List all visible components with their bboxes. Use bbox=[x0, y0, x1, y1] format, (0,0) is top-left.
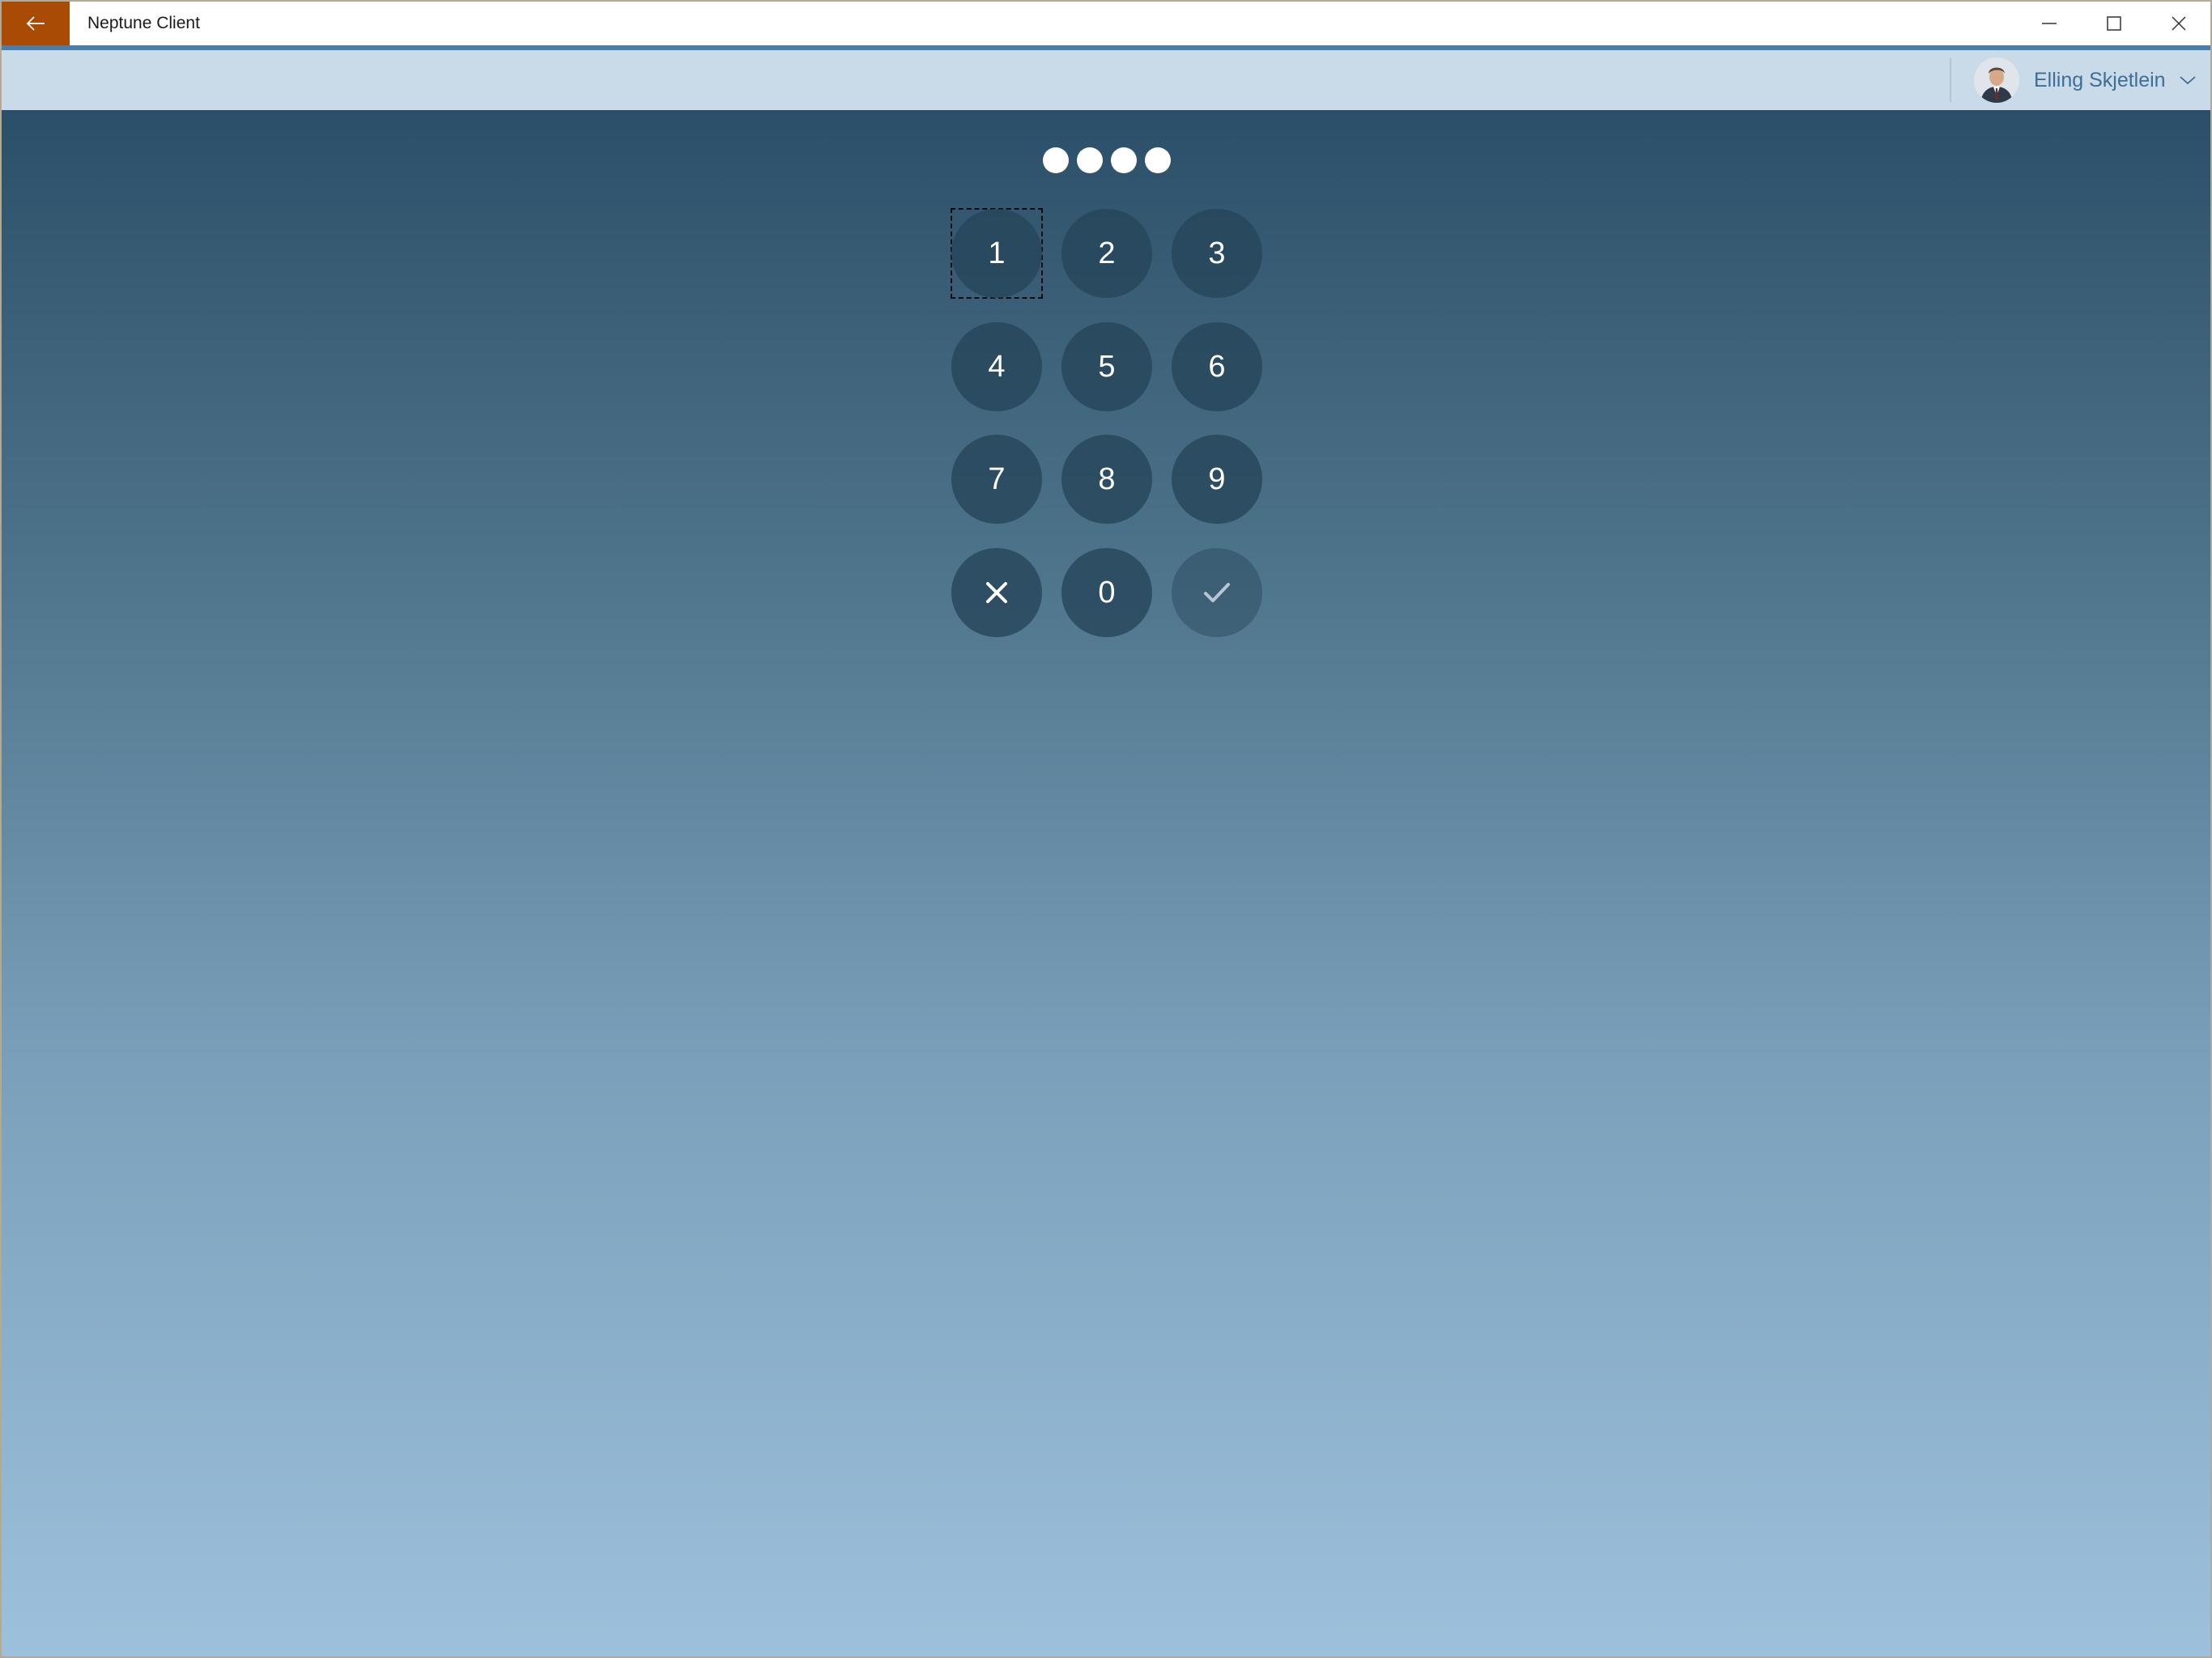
pin-entry-area: 1 2 3 4 5 6 7 8 9 0 bbox=[2, 110, 2210, 1656]
key-8[interactable]: 8 bbox=[1061, 435, 1152, 524]
header-divider bbox=[1950, 58, 1951, 102]
header-bar: Elling Skjetlein bbox=[2, 50, 2210, 110]
key-5[interactable]: 5 bbox=[1061, 322, 1152, 411]
title-bar: Neptune Client bbox=[2, 2, 2210, 45]
key-label: 2 bbox=[1098, 236, 1116, 270]
window-title: Neptune Client bbox=[87, 14, 200, 32]
key-9[interactable]: 9 bbox=[1172, 435, 1262, 524]
key-label: 7 bbox=[988, 461, 1006, 496]
clear-x-icon bbox=[986, 582, 1007, 603]
minimize-icon bbox=[2042, 23, 2057, 24]
key-label: 9 bbox=[1208, 461, 1226, 496]
user-avatar bbox=[1974, 57, 2019, 103]
key-label: 3 bbox=[1208, 236, 1226, 270]
checkmark-icon bbox=[1204, 583, 1230, 602]
key-7[interactable]: 7 bbox=[951, 435, 1042, 524]
key-label: 6 bbox=[1208, 349, 1226, 384]
key-label: 4 bbox=[988, 349, 1006, 384]
maximize-button[interactable] bbox=[2082, 2, 2146, 45]
pin-indicator bbox=[1043, 147, 1171, 173]
key-label: 0 bbox=[1098, 575, 1116, 610]
arrow-left-icon bbox=[26, 16, 45, 31]
pin-dot bbox=[1145, 147, 1171, 173]
confirm-button[interactable] bbox=[1172, 548, 1262, 637]
pin-dot bbox=[1111, 147, 1137, 173]
close-icon bbox=[2172, 16, 2186, 31]
user-menu[interactable]: Elling Skjetlein bbox=[1974, 57, 2201, 104]
key-4[interactable]: 4 bbox=[951, 322, 1042, 411]
key-label: 1 bbox=[988, 236, 1006, 270]
close-button[interactable] bbox=[2146, 2, 2210, 45]
clear-button[interactable] bbox=[951, 548, 1042, 637]
back-button[interactable] bbox=[2, 2, 70, 45]
minimize-button[interactable] bbox=[2017, 2, 2082, 45]
app-window: Neptune Client Elling Skjetlein 1 2 3 4 … bbox=[0, 0, 2212, 1658]
key-label: 8 bbox=[1098, 461, 1116, 496]
key-6[interactable]: 6 bbox=[1172, 322, 1262, 411]
key-2[interactable]: 2 bbox=[1061, 209, 1152, 298]
maximize-icon bbox=[2107, 16, 2121, 31]
key-label: 5 bbox=[1098, 349, 1116, 384]
user-name: Elling Skjetlein bbox=[2034, 68, 2166, 91]
chevron-down-icon bbox=[2179, 74, 2197, 86]
key-3[interactable]: 3 bbox=[1172, 209, 1262, 298]
key-0[interactable]: 0 bbox=[1061, 548, 1152, 637]
key-1[interactable]: 1 bbox=[951, 208, 1043, 299]
pin-dot bbox=[1077, 147, 1103, 173]
pin-dot bbox=[1043, 147, 1069, 173]
